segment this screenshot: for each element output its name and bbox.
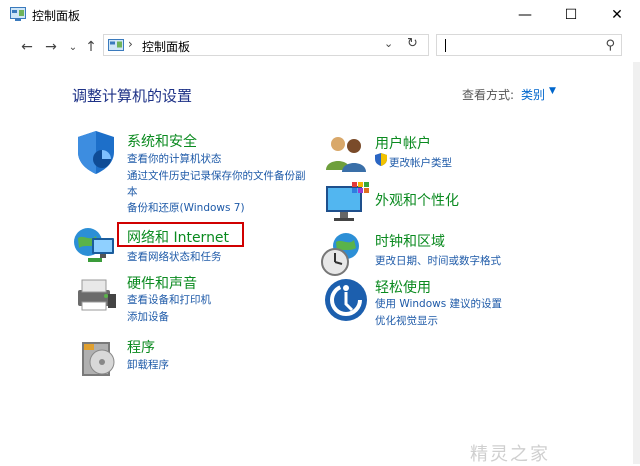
category-title-system-security[interactable]: 系统和安全	[127, 131, 197, 151]
link-view-computer-status[interactable]: 查看你的计算机状态	[127, 151, 222, 166]
minimize-button[interactable]: —	[502, 0, 548, 30]
breadcrumb-separator: ›	[128, 37, 133, 51]
link-backup-restore[interactable]: 备份和还原(Windows 7)	[127, 200, 245, 215]
recent-locations-chevron-icon[interactable]: ⌄	[64, 38, 82, 56]
back-arrow-icon[interactable]: ←	[18, 38, 36, 56]
watermark: 精灵之家	[470, 444, 550, 465]
globe-network-icon[interactable]	[70, 222, 118, 270]
control-panel-icon	[108, 39, 124, 51]
highlight-box	[117, 222, 244, 247]
link-add-device[interactable]: 添加设备	[127, 309, 169, 324]
window-title: 控制面板	[32, 9, 81, 23]
link-uninstall-program[interactable]: 卸载程序	[127, 357, 169, 372]
address-dropdown-icon[interactable]: ⌄	[384, 37, 393, 50]
link-network-status[interactable]: 查看网络状态和任务	[127, 249, 222, 264]
title-bar: 控制面板 — ☐ ✕	[0, 0, 640, 30]
shield-icon[interactable]	[72, 128, 120, 176]
address-bar[interactable]: › 控制面板 ⌄ ↻	[103, 34, 429, 56]
vertical-scrollbar[interactable]	[633, 62, 640, 464]
breadcrumb-control-panel[interactable]: 控制面板	[142, 38, 190, 55]
uac-shield-icon	[375, 153, 387, 166]
forward-arrow-icon[interactable]: →	[42, 38, 60, 56]
text-caret	[445, 39, 446, 52]
up-arrow-icon[interactable]: ↑	[82, 38, 100, 56]
users-icon[interactable]	[322, 130, 370, 178]
programs-icon[interactable]	[74, 334, 122, 382]
category-title-user-accounts[interactable]: 用户帐户	[375, 133, 431, 153]
category-title-hardware-sound[interactable]: 硬件和声音	[127, 273, 197, 293]
link-devices-printers[interactable]: 查看设备和打印机	[127, 292, 211, 307]
chevron-down-icon[interactable]: ▼	[549, 86, 556, 96]
search-icon[interactable]: ⚲	[605, 38, 615, 53]
page-title: 调整计算机的设置	[72, 87, 193, 105]
search-input[interactable]: ⚲	[436, 34, 622, 56]
category-title-programs[interactable]: 程序	[127, 337, 155, 357]
category-title-clock-region[interactable]: 时钟和区域	[375, 231, 445, 251]
link-file-history[interactable]: 通过文件历史记录保存你的文件备份副	[127, 168, 306, 183]
link-change-date-time[interactable]: 更改日期、时间或数字格式	[375, 253, 501, 268]
maximize-button[interactable]: ☐	[548, 0, 594, 30]
clock-globe-icon[interactable]	[318, 230, 366, 278]
link-recommended-settings[interactable]: 使用 Windows 建议的设置	[375, 296, 502, 311]
refresh-icon[interactable]: ↻	[407, 36, 418, 51]
view-by-dropdown[interactable]: 类别	[521, 86, 545, 103]
category-title-appearance[interactable]: 外观和个性化	[375, 190, 459, 210]
link-change-account-type[interactable]: 更改帐户类型	[389, 155, 452, 170]
category-title-ease-of-access[interactable]: 轻松使用	[375, 277, 431, 297]
ease-of-access-icon[interactable]	[322, 276, 370, 324]
view-by-label: 查看方式:	[462, 88, 515, 102]
link-optimize-display[interactable]: 优化视觉显示	[375, 313, 438, 328]
appearance-icon[interactable]	[322, 180, 370, 228]
printer-icon[interactable]	[72, 270, 120, 318]
close-button[interactable]: ✕	[594, 0, 640, 30]
link-file-history-cont[interactable]: 本	[127, 184, 138, 199]
control-panel-icon	[10, 7, 26, 21]
